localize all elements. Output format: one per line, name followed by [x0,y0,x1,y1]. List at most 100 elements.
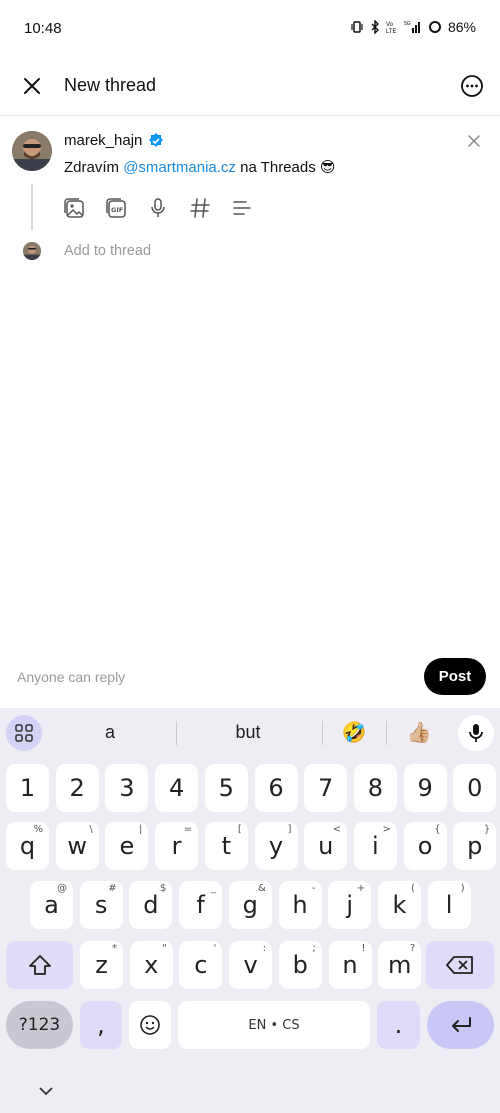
hashtag-button[interactable] [188,196,212,220]
key-i[interactable]: i > [353,822,397,870]
symbols-key[interactable]: ?123 [6,1001,73,1049]
hashtag-icon [190,198,210,218]
key-label: t [221,832,231,860]
backspace-key[interactable] [426,941,494,989]
key-secondary-label: @ [57,883,67,894]
close-button[interactable] [18,72,46,100]
attach-media-button[interactable] [62,196,86,220]
key-4[interactable]: 4 [155,764,199,812]
emoji-suggestion-2[interactable]: 👍🏼 [405,720,433,745]
key-label: k [392,891,407,919]
key-j[interactable]: j + [328,881,372,929]
key-9[interactable]: 9 [403,764,447,812]
key-label: l [445,891,453,919]
key-y[interactable]: y] [254,822,298,870]
key-v[interactable]: v: [229,941,273,989]
voice-button[interactable] [146,196,170,220]
key-x[interactable]: x " [129,941,173,989]
grid-icon [15,724,33,742]
battery-level: 86% [447,19,476,35]
key-w[interactable]: w \ [55,822,99,870]
key-label: s [94,891,108,919]
key-o[interactable]: o{ [403,822,447,870]
key-secondary-label: : [262,943,267,954]
more-options-button[interactable] [460,74,484,98]
key-secondary-label: { [434,824,441,835]
key-5[interactable]: 5 [204,764,248,812]
key-secondary-label: = [183,824,193,835]
key-r[interactable]: r = [155,822,199,870]
key-f[interactable]: f _ [179,881,223,929]
post-text-after: na Threads 😎 [235,159,336,176]
key-label: b [292,951,308,979]
key-1[interactable]: 1 [6,764,49,812]
key-0[interactable]: 0 [453,764,497,812]
gif-button[interactable]: GIF [104,196,128,220]
key-secondary-label: < [332,824,342,835]
key-secondary-label: [ [237,824,242,835]
key-g[interactable]: g & [228,881,272,929]
key-t[interactable]: t[ [204,822,248,870]
key-k[interactable]: k( [377,881,421,929]
key-3[interactable]: 3 [105,764,149,812]
hide-keyboard-icon[interactable] [38,1086,54,1096]
key-2[interactable]: 2 [55,764,99,812]
post-button[interactable]: Post [424,658,486,695]
key-label: d [143,891,159,919]
key-label: 4 [168,774,185,802]
enter-icon [451,1017,471,1032]
key-6[interactable]: 6 [254,764,298,812]
comma-key[interactable]: , [80,1001,122,1049]
poll-button[interactable] [230,196,254,220]
key-s[interactable]: s # [79,881,123,929]
post-text-input[interactable]: Zdravím @smartmania.cz na Threads 😎 [64,158,336,176]
key-m[interactable]: m? [378,941,422,989]
more-icon [461,75,483,97]
key-secondary-label: > [382,824,391,835]
key-e[interactable]: e | [105,822,149,870]
volte-icon: VoLTE [386,22,397,34]
key-q[interactable]: q% [6,822,49,870]
key-z[interactable]: z * [80,941,123,989]
svg-text:LTE: LTE [386,29,397,34]
voice-input-button[interactable] [458,715,494,751]
enter-key[interactable] [427,1001,494,1049]
key-label: q [19,832,36,860]
suggestion-1[interactable]: a [95,722,125,743]
composer-toolbar: GIF [62,196,254,220]
emoji-suggestion-1[interactable]: 🤣 [340,720,368,745]
key-secondary-label: } [483,824,491,835]
key-u[interactable]: u < [304,822,348,870]
key-secondary-label: \ [89,824,93,835]
remove-post-button[interactable] [466,133,482,149]
avatar-small [23,242,41,260]
mention-link[interactable]: @smartmania.cz [123,159,236,176]
key-d[interactable]: d $ [129,881,173,929]
key-l[interactable]: l) [427,881,471,929]
key-secondary-label: ! [361,943,366,954]
key-p[interactable]: p} [453,822,497,870]
shift-key[interactable] [6,941,73,989]
status-icons: Vo LTE 5G 86% [350,19,476,35]
keyboard-menu-button[interactable] [6,715,42,751]
key-label: 7 [318,774,334,802]
key-n[interactable]: n! [328,941,372,989]
period-key[interactable]: . [377,1001,420,1049]
keyboard: a but 🤣 👍🏼 1 2 3 4 5 6 7 8 9 0 q% w \ e | r = t[y] u < i > o{p… [0,708,500,1113]
avatar [12,131,52,171]
key-secondary-label: ? [409,943,416,954]
key-label: o [417,832,433,860]
suggestion-2[interactable]: but [228,722,268,743]
list-icon [233,201,251,215]
suggestion-bar: a but 🤣 👍🏼 [0,708,500,758]
key-8[interactable]: 8 [353,764,397,812]
space-key[interactable]: EN • CS [178,1001,370,1049]
reply-setting[interactable]: Anyone can reply [17,669,125,685]
add-to-thread-input[interactable]: Add to thread [64,243,151,259]
key-c[interactable]: c ' [179,941,223,989]
key-7[interactable]: 7 [304,764,348,812]
key-h[interactable]: h- [278,881,322,929]
key-b[interactable]: b; [278,941,322,989]
emoji-key[interactable] [129,1001,171,1049]
key-a[interactable]: a @ [30,881,73,929]
